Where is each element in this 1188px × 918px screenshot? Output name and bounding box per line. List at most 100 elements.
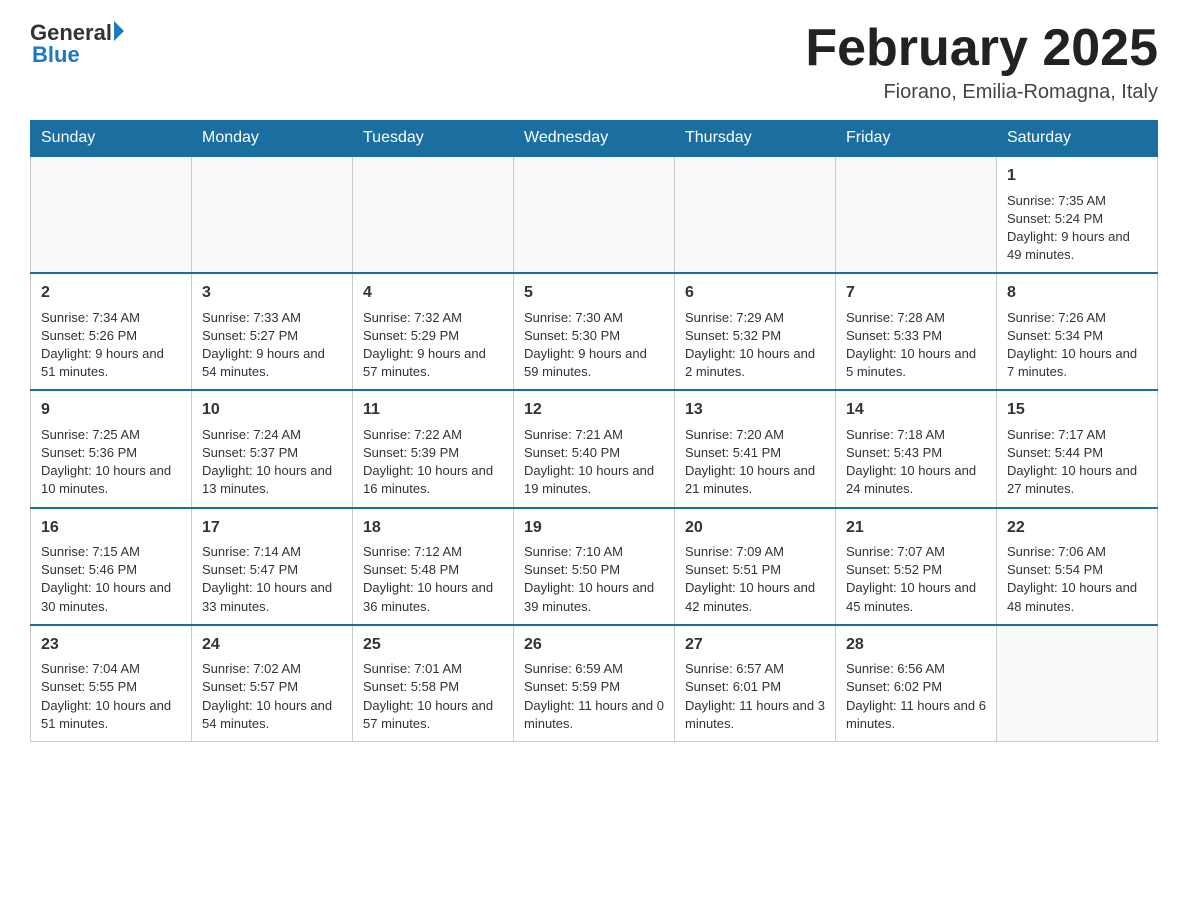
day-number: 19 xyxy=(524,517,664,539)
table-row xyxy=(192,156,353,273)
day-info: Sunrise: 7:30 AMSunset: 5:30 PMDaylight:… xyxy=(524,309,664,382)
day-info: Sunrise: 7:01 AMSunset: 5:58 PMDaylight:… xyxy=(363,660,503,733)
day-info: Sunrise: 7:28 AMSunset: 5:33 PMDaylight:… xyxy=(846,309,986,382)
day-number: 14 xyxy=(846,399,986,421)
day-info: Sunrise: 7:12 AMSunset: 5:48 PMDaylight:… xyxy=(363,543,503,616)
header-tuesday: Tuesday xyxy=(353,121,514,157)
day-info: Sunrise: 7:09 AMSunset: 5:51 PMDaylight:… xyxy=(685,543,825,616)
day-number: 17 xyxy=(202,517,342,539)
day-info: Sunrise: 7:20 AMSunset: 5:41 PMDaylight:… xyxy=(685,426,825,499)
table-row: 4 Sunrise: 7:32 AMSunset: 5:29 PMDaylight… xyxy=(353,273,514,390)
day-number: 13 xyxy=(685,399,825,421)
day-number: 26 xyxy=(524,634,664,656)
day-number: 8 xyxy=(1007,282,1147,304)
day-number: 23 xyxy=(41,634,181,656)
header-sunday: Sunday xyxy=(31,121,192,157)
table-row: 28 Sunrise: 6:56 AMSunset: 6:02 PMDayligh… xyxy=(836,625,997,742)
table-row: 14 Sunrise: 7:18 AMSunset: 5:43 PMDayligh… xyxy=(836,390,997,507)
table-row: 5 Sunrise: 7:30 AMSunset: 5:30 PMDaylight… xyxy=(514,273,675,390)
table-row: 8 Sunrise: 7:26 AMSunset: 5:34 PMDaylight… xyxy=(997,273,1158,390)
day-number: 20 xyxy=(685,517,825,539)
day-number: 10 xyxy=(202,399,342,421)
table-row: 7 Sunrise: 7:28 AMSunset: 5:33 PMDaylight… xyxy=(836,273,997,390)
header-wednesday: Wednesday xyxy=(514,121,675,157)
day-number: 9 xyxy=(41,399,181,421)
calendar-header: Sunday Monday Tuesday Wednesday Thursday… xyxy=(31,121,1158,157)
day-info: Sunrise: 7:25 AMSunset: 5:36 PMDaylight:… xyxy=(41,426,181,499)
title-block: February 2025 Fiorano, Emilia-Romagna, I… xyxy=(805,20,1158,104)
day-number: 18 xyxy=(363,517,503,539)
month-title: February 2025 xyxy=(805,20,1158,77)
day-number: 21 xyxy=(846,517,986,539)
table-row: 21 Sunrise: 7:07 AMSunset: 5:52 PMDayligh… xyxy=(836,508,997,625)
table-row: 27Sunrise: 6:57 AMSunset: 6:01 PMDayligh… xyxy=(675,625,836,742)
table-row xyxy=(31,156,192,273)
day-number: 15 xyxy=(1007,399,1147,421)
day-number: 11 xyxy=(363,399,503,421)
day-info: Sunrise: 7:06 AMSunset: 5:54 PMDaylight:… xyxy=(1007,543,1147,616)
logo-blue-text: Blue xyxy=(32,42,80,68)
day-number: 16 xyxy=(41,517,181,539)
day-number: 7 xyxy=(846,282,986,304)
table-row xyxy=(997,625,1158,742)
header-thursday: Thursday xyxy=(675,121,836,157)
table-row: 15 Sunrise: 7:17 AMSunset: 5:44 PMDayligh… xyxy=(997,390,1158,507)
day-number: 28 xyxy=(846,634,986,656)
logo-arrow-icon xyxy=(114,21,124,41)
day-info: Sunrise: 7:02 AMSunset: 5:57 PMDaylight:… xyxy=(202,660,342,733)
day-info: Sunrise: 7:35 AMSunset: 5:24 PMDaylight:… xyxy=(1007,192,1147,265)
table-row: 18 Sunrise: 7:12 AMSunset: 5:48 PMDayligh… xyxy=(353,508,514,625)
table-row: 12Sunrise: 7:21 AMSunset: 5:40 PMDayligh… xyxy=(514,390,675,507)
table-row: 19 Sunrise: 7:10 AMSunset: 5:50 PMDayligh… xyxy=(514,508,675,625)
table-row: 24 Sunrise: 7:02 AMSunset: 5:57 PMDayligh… xyxy=(192,625,353,742)
header-monday: Monday xyxy=(192,121,353,157)
day-info: Sunrise: 7:24 AMSunset: 5:37 PMDaylight:… xyxy=(202,426,342,499)
page-header: General Blue February 2025 Fiorano, Emil… xyxy=(30,20,1158,104)
table-row: 9 Sunrise: 7:25 AMSunset: 5:36 PMDaylight… xyxy=(31,390,192,507)
header-saturday: Saturday xyxy=(997,121,1158,157)
day-number: 24 xyxy=(202,634,342,656)
table-row: 10 Sunrise: 7:24 AMSunset: 5:37 PMDayligh… xyxy=(192,390,353,507)
logo: General Blue xyxy=(30,20,124,68)
day-info: Sunrise: 7:34 AMSunset: 5:26 PMDaylight:… xyxy=(41,309,181,382)
day-info: Sunrise: 7:32 AMSunset: 5:29 PMDaylight:… xyxy=(363,309,503,382)
table-row: 2 Sunrise: 7:34 AMSunset: 5:26 PMDaylight… xyxy=(31,273,192,390)
table-row: 25 Sunrise: 7:01 AMSunset: 5:58 PMDayligh… xyxy=(353,625,514,742)
day-number: 6 xyxy=(685,282,825,304)
table-row: 17 Sunrise: 7:14 AMSunset: 5:47 PMDayligh… xyxy=(192,508,353,625)
table-row: 1 Sunrise: 7:35 AMSunset: 5:24 PMDaylight… xyxy=(997,156,1158,273)
table-row xyxy=(836,156,997,273)
calendar-table: Sunday Monday Tuesday Wednesday Thursday… xyxy=(30,120,1158,742)
calendar-body: 1 Sunrise: 7:35 AMSunset: 5:24 PMDaylight… xyxy=(31,156,1158,741)
location-subtitle: Fiorano, Emilia-Romagna, Italy xyxy=(805,81,1158,104)
day-info: Sunrise: 7:14 AMSunset: 5:47 PMDaylight:… xyxy=(202,543,342,616)
table-row: 20 Sunrise: 7:09 AMSunset: 5:51 PMDayligh… xyxy=(675,508,836,625)
day-number: 5 xyxy=(524,282,664,304)
table-row: 6 Sunrise: 7:29 AMSunset: 5:32 PMDaylight… xyxy=(675,273,836,390)
table-row: 22 Sunrise: 7:06 AMSunset: 5:54 PMDayligh… xyxy=(997,508,1158,625)
table-row xyxy=(675,156,836,273)
day-number: 27 xyxy=(685,634,825,656)
day-info: Sunrise: 6:59 AMSunset: 5:59 PMDaylight:… xyxy=(524,660,664,733)
day-info: Sunrise: 7:07 AMSunset: 5:52 PMDaylight:… xyxy=(846,543,986,616)
day-number: 25 xyxy=(363,634,503,656)
day-info: Sunrise: 7:18 AMSunset: 5:43 PMDaylight:… xyxy=(846,426,986,499)
table-row: 13 Sunrise: 7:20 AMSunset: 5:41 PMDayligh… xyxy=(675,390,836,507)
day-info: Sunrise: 6:56 AMSunset: 6:02 PMDaylight:… xyxy=(846,660,986,733)
table-row: 23 Sunrise: 7:04 AMSunset: 5:55 PMDayligh… xyxy=(31,625,192,742)
header-friday: Friday xyxy=(836,121,997,157)
day-info: Sunrise: 7:29 AMSunset: 5:32 PMDaylight:… xyxy=(685,309,825,382)
day-info: Sunrise: 7:04 AMSunset: 5:55 PMDaylight:… xyxy=(41,660,181,733)
day-info: Sunrise: 7:10 AMSunset: 5:50 PMDaylight:… xyxy=(524,543,664,616)
day-number: 22 xyxy=(1007,517,1147,539)
table-row: 16Sunrise: 7:15 AMSunset: 5:46 PMDayligh… xyxy=(31,508,192,625)
day-number: 1 xyxy=(1007,165,1147,187)
day-number: 4 xyxy=(363,282,503,304)
day-info: Sunrise: 7:33 AMSunset: 5:27 PMDaylight:… xyxy=(202,309,342,382)
day-info: Sunrise: 7:17 AMSunset: 5:44 PMDaylight:… xyxy=(1007,426,1147,499)
day-info: Sunrise: 7:26 AMSunset: 5:34 PMDaylight:… xyxy=(1007,309,1147,382)
table-row: 3Sunrise: 7:33 AMSunset: 5:27 PMDaylight… xyxy=(192,273,353,390)
day-number: 2 xyxy=(41,282,181,304)
table-row: 26 Sunrise: 6:59 AMSunset: 5:59 PMDayligh… xyxy=(514,625,675,742)
table-row: 11Sunrise: 7:22 AMSunset: 5:39 PMDayligh… xyxy=(353,390,514,507)
